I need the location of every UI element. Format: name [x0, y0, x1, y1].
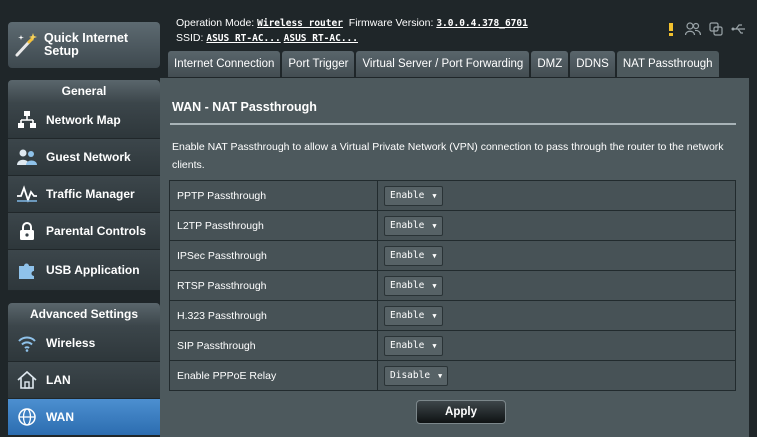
header-status-icons [665, 22, 747, 41]
warning-icon[interactable] [665, 22, 677, 41]
table-row: SIP Passthrough Enable ▼ [169, 330, 736, 361]
sidebar-item-lan[interactable]: LAN [8, 362, 160, 399]
globe-icon [8, 407, 46, 427]
quick-internet-setup-label: Quick Internet Setup [44, 31, 129, 58]
title-divider [170, 123, 736, 125]
usb-icon[interactable] [731, 22, 747, 41]
tab-dmz[interactable]: DMZ [531, 51, 569, 77]
puzzle-icon [8, 260, 46, 280]
row-label: L2TP Passthrough [169, 210, 378, 241]
table-row: H.323 Passthrough Enable ▼ [169, 300, 736, 331]
dropdown-arrow-icon: ▼ [432, 311, 437, 320]
firmware-version-label: Firmware Version: [348, 17, 434, 29]
operation-mode-link[interactable]: Wireless router [257, 18, 343, 29]
table-row: L2TP Passthrough Enable ▼ [169, 210, 736, 241]
ssid-link-2[interactable]: ASUS RT-AC... [284, 33, 358, 44]
page-title: WAN - NAT Passthrough [172, 100, 317, 114]
select-value: Enable [390, 190, 425, 201]
tab-ddns[interactable]: DDNS [570, 51, 615, 77]
dropdown-arrow-icon: ▼ [432, 191, 437, 200]
row-label: H.323 Passthrough [169, 300, 378, 331]
tab-nat-passthrough[interactable]: NAT Passthrough [616, 51, 719, 77]
quick-internet-setup-button[interactable]: Quick Internet Setup [8, 22, 160, 68]
top-header: Operation Mode: Wireless router Firmware… [168, 0, 757, 52]
general-section-title: General [8, 80, 160, 102]
row-label: PPTP Passthrough [169, 180, 378, 211]
sidebar-item-usb-application[interactable]: USB Application [8, 250, 160, 291]
apply-button[interactable]: Apply [416, 400, 506, 424]
ssid-label: SSID: [176, 32, 204, 44]
advanced-settings-section-title: Advanced Settings [8, 303, 160, 325]
sidebar-item-label: USB Application [46, 263, 140, 277]
pppoe-relay-select[interactable]: Disable ▼ [384, 365, 449, 386]
operation-mode-label: Operation Mode: [176, 17, 255, 29]
header-status-line-2: SSID: ASUS RT-AC... ASUS RT-AC... [176, 32, 358, 44]
h323-passthrough-select[interactable]: Enable ▼ [384, 305, 443, 326]
ipsec-passthrough-select[interactable]: Enable ▼ [384, 245, 443, 266]
dropdown-arrow-icon: ▼ [432, 251, 437, 260]
row-label: Enable PPPoE Relay [169, 360, 378, 391]
l2tp-passthrough-select[interactable]: Enable ▼ [384, 215, 443, 236]
select-value: Enable [390, 310, 425, 321]
dropdown-arrow-icon: ▼ [432, 221, 437, 230]
firmware-version-link[interactable]: 3.0.0.4.378_6701 [436, 18, 528, 29]
rtsp-passthrough-select[interactable]: Enable ▼ [384, 275, 443, 296]
general-menu: Network Map Guest Network Traffic Manage… [8, 102, 160, 291]
sidebar-item-label: Wireless [46, 336, 96, 350]
sidebar-item-label: Network Map [46, 113, 121, 127]
table-row: PPTP Passthrough Enable ▼ [169, 180, 736, 211]
lock-icon [8, 221, 46, 241]
sidebar-item-wan[interactable]: WAN [8, 399, 160, 436]
sidebar-item-network-map[interactable]: Network Map [8, 102, 160, 139]
table-row: RTSP Passthrough Enable ▼ [169, 270, 736, 301]
table-row: IPSec Passthrough Enable ▼ [169, 240, 736, 271]
row-label: RTSP Passthrough [169, 270, 378, 301]
magic-wand-icon [8, 31, 44, 59]
main-content: WAN - NAT Passthrough Enable NAT Passthr… [160, 78, 749, 437]
sidebar-item-label: Guest Network [46, 150, 131, 164]
row-label: SIP Passthrough [169, 330, 378, 361]
select-value: Enable [390, 340, 425, 351]
sidebar-item-traffic-manager[interactable]: Traffic Manager [8, 176, 160, 213]
advanced-menu: Wireless LAN WAN [8, 325, 160, 436]
dropdown-arrow-icon: ▼ [432, 341, 437, 350]
sip-passthrough-select[interactable]: Enable ▼ [384, 335, 443, 356]
dropdown-arrow-icon: ▼ [432, 281, 437, 290]
sidebar-item-parental-controls[interactable]: Parental Controls [8, 213, 160, 250]
copy-icon[interactable] [709, 22, 723, 41]
row-label: IPSec Passthrough [169, 240, 378, 271]
sidebar: Quick Internet Setup General Network Map… [0, 0, 160, 437]
tab-internet-connection[interactable]: Internet Connection [168, 51, 281, 77]
sidebar-item-label: LAN [46, 373, 71, 387]
select-value: Enable [390, 250, 425, 261]
ssid-link-1[interactable]: ASUS RT-AC... [206, 33, 280, 44]
sidebar-item-label: WAN [46, 410, 74, 424]
page-description: Enable NAT Passthrough to allow a Virtua… [172, 141, 724, 171]
nat-passthrough-table: PPTP Passthrough Enable ▼ L2TP Passthroug… [169, 180, 736, 391]
select-value: Enable [390, 220, 425, 231]
pptp-passthrough-select[interactable]: Enable ▼ [384, 185, 443, 206]
sidebar-item-wireless[interactable]: Wireless [8, 325, 160, 362]
select-value: Enable [390, 280, 425, 291]
home-icon [8, 370, 46, 390]
sidebar-item-guest-network[interactable]: Guest Network [8, 139, 160, 176]
tab-port-trigger[interactable]: Port Trigger [282, 51, 355, 77]
sidebar-item-label: Traffic Manager [46, 187, 135, 201]
traffic-manager-icon [8, 185, 46, 203]
header-status-line-1: Operation Mode: Wireless router Firmware… [176, 17, 528, 29]
table-row: Enable PPPoE Relay Disable ▼ [169, 360, 736, 391]
guest-network-icon [8, 148, 46, 166]
select-value: Disable [390, 370, 431, 381]
wifi-icon [8, 334, 46, 352]
tab-virtual-server[interactable]: Virtual Server / Port Forwarding [356, 51, 530, 77]
network-map-icon [8, 111, 46, 129]
dropdown-arrow-icon: ▼ [438, 371, 443, 380]
users-icon[interactable] [684, 22, 702, 41]
sidebar-item-label: Parental Controls [46, 224, 147, 238]
tab-bar: Internet Connection Port Trigger Virtual… [168, 51, 719, 77]
